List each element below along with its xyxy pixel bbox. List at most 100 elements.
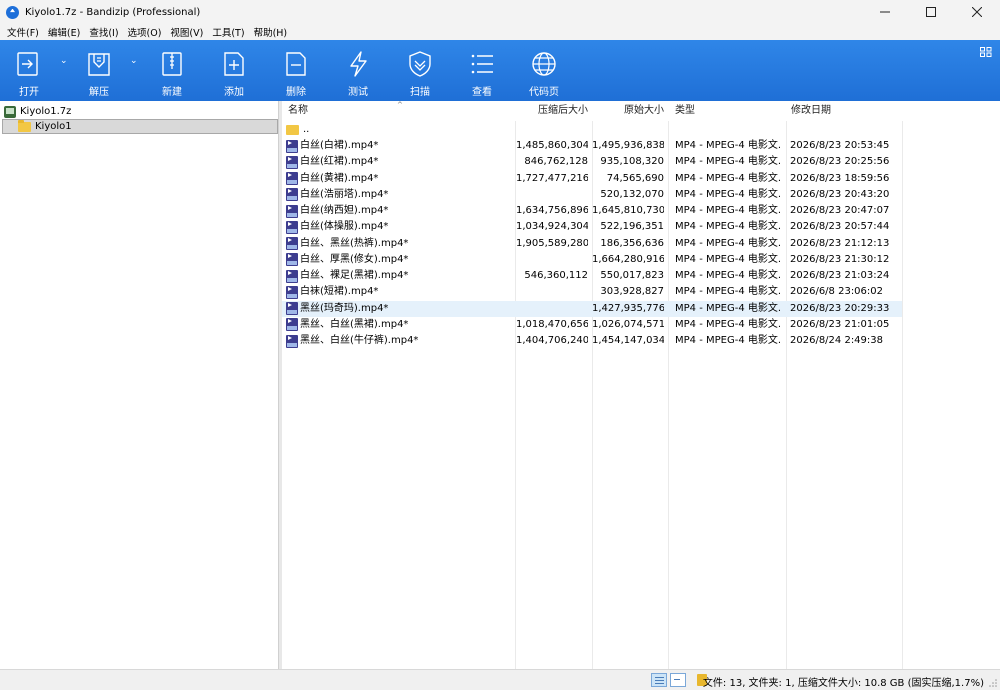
file-type: MP4 - MPEG-4 电影文...	[675, 172, 780, 184]
minimize-icon	[880, 11, 890, 13]
file-modified-date: 2026/8/23 21:30:12	[790, 253, 890, 265]
file-row[interactable]: 白丝(红裙).mp4* 846,762,128 935,108,320 MP4 - M…	[282, 154, 902, 170]
file-type: MP4 - MPEG-4 电影文...	[675, 270, 780, 281]
file-modified-date: 2026/8/23 20:57:44	[790, 221, 890, 233]
file-original-size: 1,495,936,838	[592, 140, 664, 151]
file-row[interactable]: 白丝、厚黑(修女).mp4* 1,664,280,916 MP4 - MPEG-4 …	[282, 252, 902, 268]
menu-file[interactable]: 文件(F)	[4, 25, 42, 39]
menu-tools[interactable]: 工具(T)	[209, 25, 247, 39]
view-button[interactable]: 查看	[454, 40, 510, 101]
parent-folder-row[interactable]: ..	[282, 122, 902, 138]
file-modified-date: 2026/6/8 23:06:02	[790, 286, 884, 298]
window-title: Kiyolo1.7z - Bandizip (Professional)	[25, 6, 201, 18]
file-original-size: 1,026,074,571	[592, 318, 664, 330]
extract-dropdown-chevron-icon[interactable]: ⌄	[130, 56, 140, 66]
file-name-cell: 黑丝、白丝(黑裙).mp4*	[286, 317, 516, 333]
file-name-cell: 白袜(短裙).mp4*	[286, 284, 516, 300]
extract-icon	[88, 53, 110, 76]
file-type: MP4 - MPEG-4 电影文...	[675, 156, 780, 168]
new-archive-icon	[162, 52, 182, 76]
file-original-size: 1,645,810,730	[592, 205, 664, 216]
codepage-button[interactable]: 代码页	[516, 40, 572, 101]
file-name: 黑丝(玛奇玛).mp4*	[300, 302, 389, 314]
open-dropdown-chevron-icon[interactable]: ⌄	[60, 56, 70, 66]
window-controls	[862, 0, 1000, 24]
minimize-button[interactable]	[862, 0, 908, 24]
archive-7z-icon	[4, 105, 16, 118]
open-label: 打开	[19, 87, 39, 98]
delete-button[interactable]: 删除	[268, 40, 324, 101]
file-type: MP4 - MPEG-4 电影文...	[675, 188, 780, 200]
file-row[interactable]: 白丝(纳西妲).mp4* 1,634,756,896 1,645,810,730 MP…	[282, 203, 902, 219]
tree-folder-kiyolo1[interactable]: Kiyolo1	[2, 119, 278, 134]
file-original-size: 1,427,935,776	[592, 302, 664, 314]
file-compressed-size: 1,727,477,216	[516, 172, 588, 184]
parent-folder-cell: ..	[286, 122, 516, 138]
file-compressed-size: 1,034,924,304	[516, 221, 588, 233]
file-original-size: 522,196,351	[600, 221, 664, 233]
maximize-button[interactable]	[908, 0, 954, 24]
preview-view-button[interactable]	[670, 673, 686, 687]
menu-bar: 文件(F) 编辑(E) 查找(I) 选项(O) 视图(V) 工具(T) 帮助(H…	[0, 24, 1000, 40]
file-name-cell: 白丝、黑丝(热裤).mp4*	[286, 236, 516, 252]
mp4-video-file-icon	[286, 220, 298, 234]
menu-find[interactable]: 查找(I)	[86, 25, 121, 39]
file-row[interactable]: 黑丝、白丝(牛仔裤).mp4* 1,404,706,240 1,454,147,03…	[282, 333, 902, 349]
scan-button[interactable]: 扫描	[392, 40, 448, 101]
details-view-button[interactable]	[651, 673, 667, 687]
test-button[interactable]: 测试	[330, 40, 386, 101]
menu-edit[interactable]: 编辑(E)	[45, 25, 83, 39]
file-modified-date: 2026/8/23 20:25:56	[790, 156, 890, 168]
file-compressed-size	[516, 187, 588, 203]
scan-label: 扫描	[410, 87, 430, 98]
mp4-video-file-icon	[286, 204, 298, 218]
column-header-name[interactable]: 名称	[288, 101, 308, 121]
file-row[interactable]: 黑丝(玛奇玛).mp4* 1,427,935,776 MP4 - MPEG-4 电影…	[282, 300, 902, 317]
file-compressed-size: 1,018,470,656	[516, 318, 588, 330]
delete-label: 删除	[286, 87, 306, 98]
menu-options[interactable]: 选项(O)	[125, 25, 165, 39]
file-row[interactable]: 白丝、裸足(黑裙).mp4* 546,360,112 550,017,823 MP4 …	[282, 268, 902, 284]
close-button[interactable]	[954, 0, 1000, 24]
file-compressed-size: 1,905,589,280	[516, 237, 588, 249]
column-header-modified[interactable]: 修改日期	[791, 101, 831, 121]
file-type: MP4 - MPEG-4 电影文...	[675, 140, 780, 151]
status-bar: 文件: 13, 文件夹: 1, 压缩文件大小: 10.8 GB (固实压缩,1.…	[0, 669, 1000, 690]
file-name: 黑丝、白丝(黑裙).mp4*	[300, 318, 409, 330]
file-type: MP4 - MPEG-4 电影文...	[675, 205, 780, 216]
file-name: 白袜(短裙).mp4*	[300, 286, 379, 298]
new-archive-label: 新建	[162, 87, 182, 98]
file-row[interactable]: 白丝(黄裙).mp4* 1,727,477,216 74,565,690 MP4 - …	[282, 171, 902, 187]
file-row[interactable]: 白袜(短裙).mp4* 303,928,827 MP4 - MPEG-4 电影文..…	[282, 284, 902, 300]
file-compressed-size	[516, 301, 588, 317]
resize-grip-icon[interactable]	[988, 678, 998, 688]
scan-shield-icon	[409, 51, 431, 77]
column-header-row: ^ 名称 压缩后大小 原始大小 类型 修改日期	[282, 101, 1000, 121]
file-modified-date: 2026/8/23 21:01:05	[790, 318, 890, 330]
file-modified-date: 2026/8/24 2:49:38	[790, 335, 884, 346]
open-button[interactable]: 打开	[1, 40, 57, 101]
new-archive-button[interactable]: 新建	[144, 40, 200, 101]
mp4-video-file-icon	[286, 188, 298, 202]
mp4-video-file-icon	[286, 155, 298, 169]
file-row[interactable]: 黑丝、白丝(黑裙).mp4* 1,018,470,656 1,026,074,571…	[282, 317, 902, 333]
codepage-label: 代码页	[529, 87, 559, 98]
add-label: 添加	[224, 87, 244, 98]
file-row[interactable]: 白丝、黑丝(热裤).mp4* 1,905,589,280 186,356,636 MP…	[282, 236, 902, 252]
menu-view[interactable]: 视图(V)	[167, 25, 206, 39]
layout-grid-icon[interactable]	[980, 47, 992, 57]
column-header-type[interactable]: 类型	[675, 101, 695, 121]
column-header-compressed[interactable]: 压缩后大小	[516, 101, 588, 121]
file-row[interactable]: 白丝(浩丽塔).mp4* 520,132,070 MP4 - MPEG-4 电影文.…	[282, 187, 902, 203]
file-original-size: 1,454,147,034	[592, 335, 664, 346]
file-row[interactable]: 白丝(体操服).mp4* 1,034,924,304 522,196,351 MP4 …	[282, 219, 902, 235]
add-button[interactable]: 添加	[206, 40, 262, 101]
tree-folder-label: Kiyolo1	[35, 121, 72, 132]
title-bar: Kiyolo1.7z - Bandizip (Professional)	[0, 0, 1000, 24]
extract-button[interactable]: 解压	[71, 40, 127, 101]
tree-root-archive[interactable]: Kiyolo1.7z	[4, 104, 71, 119]
column-header-original[interactable]: 原始大小	[592, 101, 664, 121]
menu-help[interactable]: 帮助(H)	[251, 25, 291, 39]
file-modified-date: 2026/8/23 20:43:20	[790, 188, 890, 200]
file-row[interactable]: 白丝(白裙).mp4* 1,485,860,304 1,495,936,838 MP4…	[282, 138, 902, 154]
